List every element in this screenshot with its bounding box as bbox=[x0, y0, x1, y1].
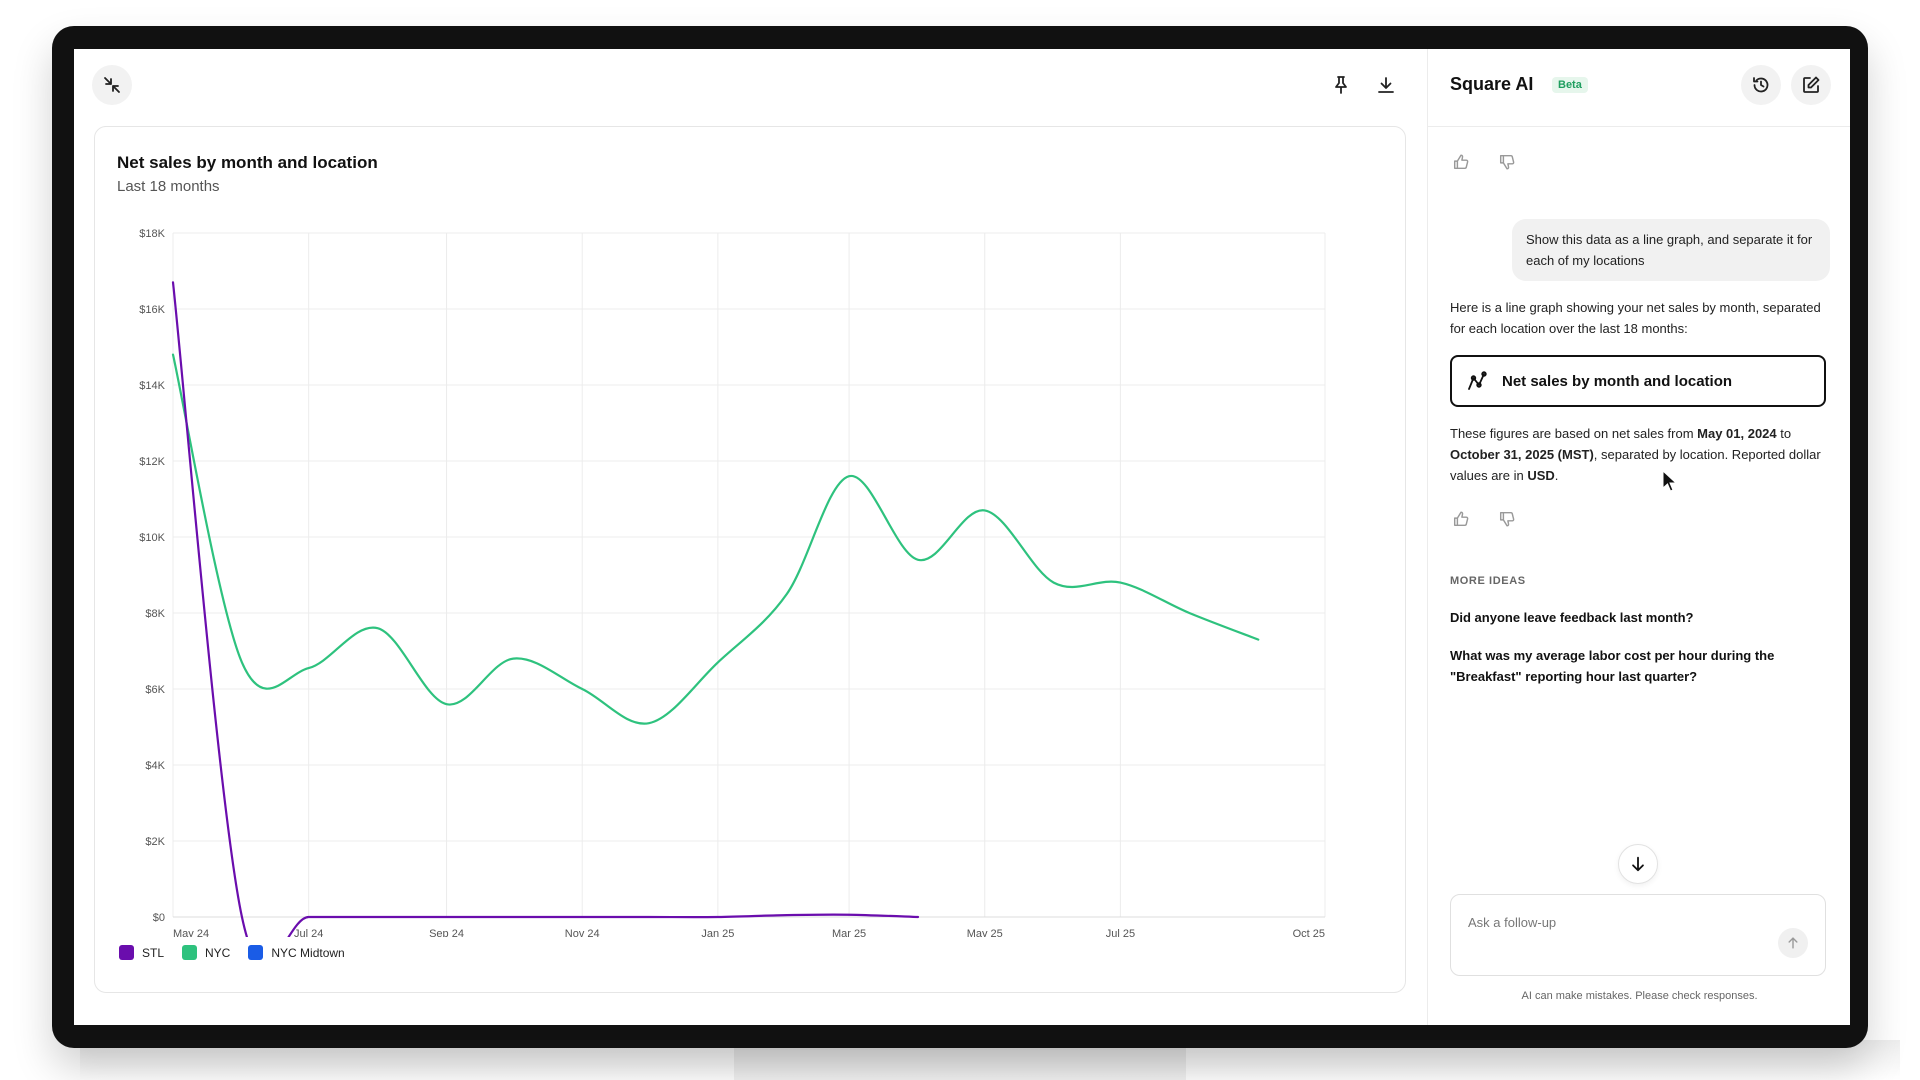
y-tick-label: $4K bbox=[145, 760, 165, 772]
pin-button[interactable] bbox=[1321, 65, 1361, 105]
legend-item-nyc-midtown[interactable]: NYC Midtown bbox=[248, 945, 345, 960]
thumbs-up-button[interactable] bbox=[1450, 151, 1472, 173]
legend-swatch-nyc-midtown bbox=[248, 945, 264, 960]
y-tick-label: $8K bbox=[145, 608, 165, 620]
disclaimer-text: AI can make mistakes. Please check respo… bbox=[1521, 990, 1758, 1002]
line-chart-icon bbox=[1468, 371, 1487, 390]
ai-note-currency: USD bbox=[1527, 468, 1555, 483]
chart-card: Net sales by month and location Last 18 … bbox=[94, 126, 1406, 993]
x-tick-label: May 24 bbox=[173, 928, 209, 937]
chart-view: Net sales by month and location Last 18 … bbox=[74, 49, 1427, 1025]
x-tick-label: Oct 25 bbox=[1293, 928, 1325, 937]
chart-title: Net sales by month and location bbox=[117, 153, 378, 172]
panel-header: Square AI Beta bbox=[1428, 49, 1850, 127]
series-line-stl bbox=[171, 281, 920, 937]
legend-label-nyc: NYC bbox=[205, 945, 231, 960]
arrow-down-icon bbox=[1632, 856, 1644, 872]
ai-note-date-end: October 31, 2025 (MST) bbox=[1450, 447, 1594, 462]
arrow-up-icon bbox=[1788, 937, 1798, 949]
y-tick-label: $0 bbox=[153, 912, 165, 924]
feedback-row-top bbox=[1450, 151, 1518, 173]
y-tick-label: $12K bbox=[139, 456, 165, 468]
feedback-row-bottom bbox=[1450, 508, 1518, 530]
y-tick-label: $18K bbox=[139, 228, 165, 240]
legend-swatch-stl bbox=[119, 945, 134, 960]
x-tick-label: May 25 bbox=[967, 928, 1003, 937]
thumbs-up-button[interactable] bbox=[1450, 508, 1472, 530]
chart-legend: STL NYC NYC Midtown bbox=[119, 945, 345, 960]
chart-link-button[interactable]: Net sales by month and location bbox=[1450, 355, 1826, 407]
compose-button[interactable] bbox=[1791, 65, 1831, 105]
thumbs-down-button[interactable] bbox=[1496, 151, 1518, 173]
chart-subtitle: Last 18 months bbox=[117, 178, 220, 195]
thumbs-down-button[interactable] bbox=[1496, 508, 1518, 530]
ai-note-part: These figures are based on net sales fro… bbox=[1450, 426, 1698, 441]
history-icon bbox=[1753, 77, 1769, 93]
legend-label-stl: STL bbox=[142, 945, 165, 960]
collapse-arrows-icon bbox=[104, 77, 120, 93]
history-button[interactable] bbox=[1741, 65, 1781, 105]
legend-item-stl[interactable]: STL bbox=[119, 945, 164, 960]
thumbs-up-icon bbox=[1453, 511, 1469, 527]
ai-note-text: These figures are based on net sales fro… bbox=[1450, 423, 1830, 486]
thumbs-down-icon bbox=[1499, 511, 1515, 527]
mouse-cursor bbox=[1662, 470, 1678, 492]
y-tick-label: $14K bbox=[139, 380, 165, 392]
app-screen: Net sales by month and location Last 18 … bbox=[74, 49, 1850, 1025]
idea-item[interactable]: Did anyone leave feedback last month? bbox=[1450, 607, 1820, 628]
more-ideas-heading: MORE IDEAS bbox=[1450, 575, 1526, 587]
x-tick-label: Mar 25 bbox=[832, 928, 866, 937]
ai-note-date-start: May 01, 2024 bbox=[1697, 426, 1777, 441]
followup-box bbox=[1450, 894, 1826, 976]
collapse-button[interactable] bbox=[92, 65, 132, 105]
beta-badge: Beta bbox=[1552, 77, 1588, 93]
x-tick-label: Jul 24 bbox=[294, 928, 323, 937]
legend-swatch-nyc bbox=[182, 945, 198, 960]
legend-label-nyc-midtown: NYC Midtown bbox=[271, 945, 345, 960]
x-tick-label: Nov 24 bbox=[565, 928, 600, 937]
idea-item[interactable]: What was my average labor cost per hour … bbox=[1450, 645, 1820, 687]
compose-icon bbox=[1803, 76, 1820, 93]
ai-note-part: to bbox=[1776, 426, 1792, 441]
series-line-nyc bbox=[171, 353, 1260, 725]
y-tick-label: $16K bbox=[139, 304, 165, 316]
thumbs-up-icon bbox=[1453, 154, 1469, 170]
followup-input[interactable] bbox=[1468, 915, 1768, 930]
legend-item-nyc[interactable]: NYC bbox=[182, 945, 230, 960]
scroll-down-button[interactable] bbox=[1618, 844, 1658, 884]
chart-link-label: Net sales by month and location bbox=[1502, 372, 1733, 390]
x-tick-label: Sep 24 bbox=[429, 928, 464, 937]
panel-title: Square AI bbox=[1450, 74, 1534, 94]
ai-note-part: . bbox=[1554, 468, 1559, 483]
x-tick-label: Jan 25 bbox=[701, 928, 734, 937]
user-message: Show this data as a line graph, and sepa… bbox=[1512, 219, 1830, 281]
pin-icon bbox=[1335, 76, 1347, 94]
thumbs-down-icon bbox=[1499, 154, 1515, 170]
ai-intro-text: Here is a line graph showing your net sa… bbox=[1450, 300, 1821, 336]
download-icon bbox=[1378, 77, 1394, 93]
y-tick-label: $2K bbox=[145, 836, 165, 848]
download-button[interactable] bbox=[1366, 65, 1406, 105]
y-tick-label: $10K bbox=[139, 532, 165, 544]
ai-panel: Square AI Beta Show this data as a line … bbox=[1427, 49, 1850, 1025]
send-button[interactable] bbox=[1778, 928, 1808, 958]
line-chart: $18K $16K $14K $12K $10K $8K $6K $4K $2K $0 May 24… bbox=[139, 228, 1326, 937]
y-tick-label: $6K bbox=[145, 684, 165, 696]
x-tick-label: Jul 25 bbox=[1106, 928, 1135, 937]
